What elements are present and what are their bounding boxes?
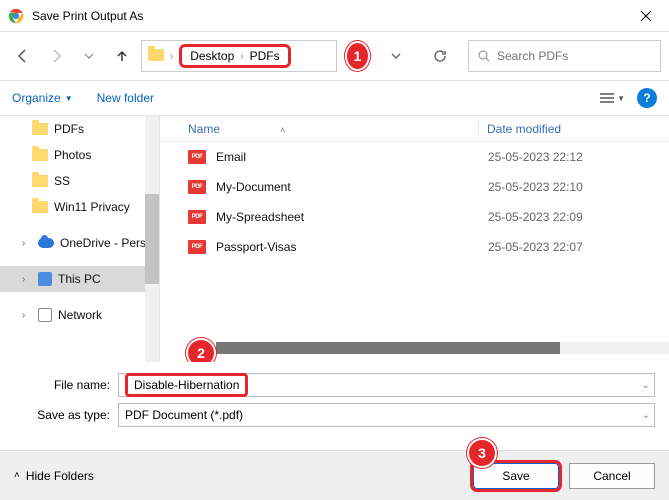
search-icon [477, 49, 491, 63]
window-title: Save Print Output As [32, 9, 623, 23]
sidebar-item-label: Photos [54, 148, 91, 162]
pdf-icon: PDF [188, 240, 206, 254]
savetype-label: Save as type: [14, 408, 110, 422]
breadcrumb-desktop[interactable]: Desktop [190, 49, 234, 63]
savetype-select[interactable]: PDF Document (*.pdf) ⌄ [118, 403, 655, 427]
refresh-button[interactable] [422, 40, 458, 72]
sidebar-item-label: OneDrive - Perso [60, 236, 153, 250]
chevron-down-icon[interactable]: ⌄ [642, 410, 650, 421]
folder-icon [32, 123, 48, 135]
nav-back-button[interactable] [8, 40, 37, 72]
save-button[interactable]: Save [473, 463, 559, 489]
sidebar-scrollbar-thumb[interactable] [145, 194, 159, 284]
chevron-right-icon: › [170, 51, 173, 62]
search-input[interactable] [497, 49, 652, 63]
sidebar-item-label: Win11 Privacy [54, 200, 130, 214]
filename-label: File name: [14, 378, 110, 392]
column-header-date[interactable]: Date modified [478, 122, 561, 136]
file-name: Passport-Visas [216, 240, 488, 254]
folder-icon [148, 49, 164, 64]
nav-up-button[interactable] [108, 40, 137, 72]
pdf-icon: PDF [188, 210, 206, 224]
chevron-right-icon: › [22, 238, 32, 249]
pdf-icon: PDF [188, 150, 206, 164]
path-bar[interactable]: › Desktop › PDFs [141, 40, 337, 72]
navigation-pane: PDFs Photos SS Win11 Privacy › OneDrive -… [0, 116, 160, 362]
file-name: Email [216, 150, 488, 164]
filename-value: Disable-Hibernation [125, 373, 248, 397]
file-row[interactable]: PDF Passport-Visas25-05-2023 22:07 [160, 232, 669, 262]
sidebar-item-label: This PC [58, 272, 101, 286]
sidebar-item-this-pc[interactable]: › This PC [0, 266, 159, 292]
annotation-callout-1: 1 [347, 43, 368, 69]
pc-icon [38, 272, 52, 286]
cancel-button[interactable]: Cancel [569, 463, 655, 489]
sidebar-item-pdfs[interactable]: PDFs [0, 116, 159, 142]
column-header-name[interactable]: Name˄ [188, 122, 478, 136]
annotation-callout-3: 3 [469, 440, 495, 466]
sidebar-item-label: SS [54, 174, 70, 188]
chevron-down-icon: ▼ [65, 94, 73, 103]
chevron-right-icon: › [240, 51, 243, 62]
sidebar-item-photos[interactable]: Photos [0, 142, 159, 168]
toolbar: Organize ▼ New folder ▼ ? [0, 80, 669, 116]
file-list: Name˄ Date modified PDFEmail25-05-2023 2… [160, 116, 669, 362]
file-row[interactable]: PDF My-Document25-05-2023 22:10 [160, 172, 669, 202]
sidebar-item-win11-privacy[interactable]: Win11 Privacy [0, 194, 159, 220]
chevron-down-icon: ▼ [617, 94, 625, 103]
pdf-icon: PDF [188, 180, 206, 194]
organize-menu[interactable]: Organize ▼ [12, 91, 73, 105]
nav-forward-button [41, 40, 70, 72]
organize-label: Organize [12, 91, 61, 105]
address-bar: › Desktop › PDFs 1 [0, 32, 669, 80]
save-form: File name: Disable-Hibernation ⌄ Save as… [0, 362, 669, 436]
chevron-down-icon[interactable]: ⌄ [642, 380, 650, 391]
breadcrumb[interactable]: Desktop › PDFs [179, 44, 290, 68]
sidebar-item-onedrive[interactable]: › OneDrive - Perso [0, 230, 159, 256]
file-row[interactable]: PDF Email25-05-2023 22:12 [160, 142, 669, 172]
search-box[interactable] [468, 40, 661, 72]
file-date: 25-05-2023 22:12 [488, 150, 583, 164]
file-name: My-Spreadsheet [216, 210, 488, 224]
horizontal-scrollbar-track[interactable] [216, 342, 669, 354]
folder-icon [32, 201, 48, 213]
path-dropdown-button[interactable] [378, 40, 414, 72]
hide-folders-label: Hide Folders [26, 469, 94, 483]
dialog-footer: ˄ Hide Folders Save Cancel 3 [0, 450, 669, 500]
hide-folders-button[interactable]: ˄ Hide Folders [14, 469, 94, 483]
file-row[interactable]: PDF My-Spreadsheet25-05-2023 22:09 [160, 202, 669, 232]
sort-indicator-icon: ˄ [280, 125, 285, 135]
sidebar-item-label: PDFs [54, 122, 84, 136]
file-date: 25-05-2023 22:10 [488, 180, 583, 194]
chrome-icon [8, 8, 24, 24]
close-button[interactable] [623, 0, 669, 32]
nav-recent-button[interactable] [74, 40, 103, 72]
file-date: 25-05-2023 22:07 [488, 240, 583, 254]
help-button[interactable]: ? [637, 88, 657, 108]
horizontal-scrollbar-thumb[interactable] [216, 342, 560, 354]
sidebar-item-network[interactable]: › Network [0, 302, 159, 328]
chevron-up-icon: ˄ [14, 470, 20, 481]
breadcrumb-pdfs[interactable]: PDFs [250, 49, 280, 63]
file-name: My-Document [216, 180, 488, 194]
column-headers: Name˄ Date modified [160, 116, 669, 142]
annotation-callout-2: 2 [188, 340, 214, 362]
folder-icon [32, 175, 48, 187]
view-options-button[interactable]: ▼ [599, 92, 625, 104]
title-bar: Save Print Output As [0, 0, 669, 32]
cloud-icon [38, 238, 54, 248]
filename-input[interactable]: Disable-Hibernation ⌄ [118, 373, 655, 397]
chevron-right-icon: › [22, 274, 32, 285]
sidebar-item-ss[interactable]: SS [0, 168, 159, 194]
new-folder-button[interactable]: New folder [97, 91, 154, 105]
savetype-value: PDF Document (*.pdf) [125, 408, 243, 422]
folder-icon [32, 149, 48, 161]
chevron-right-icon: › [22, 310, 32, 321]
file-date: 25-05-2023 22:09 [488, 210, 583, 224]
network-icon [38, 308, 52, 322]
sidebar-item-label: Network [58, 308, 102, 322]
